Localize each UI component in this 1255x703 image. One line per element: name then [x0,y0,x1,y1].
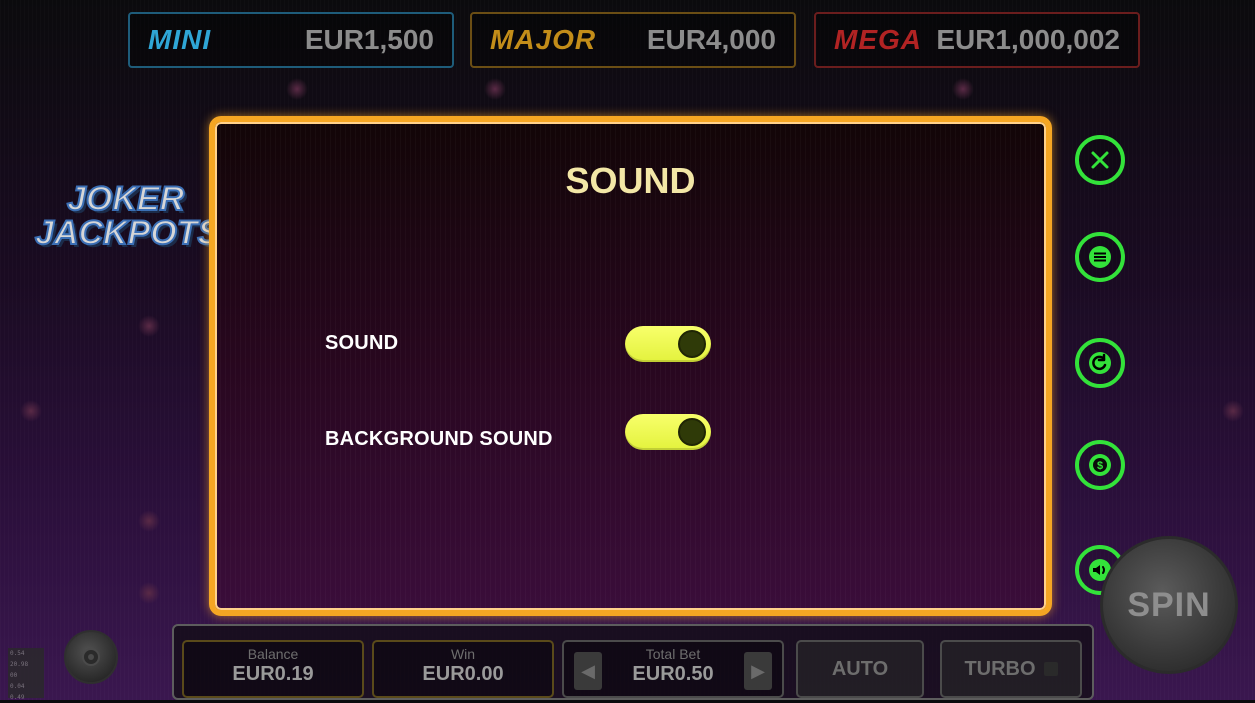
balance-label: Balance [247,646,299,662]
jackpot-amount: EUR4,000 [646,24,776,55]
background-dot [1222,400,1244,422]
background-sound-toggle[interactable] [625,414,711,450]
setting-label-sound: SOUND [325,332,399,354]
debug-line: 0.04 [10,683,25,690]
spin-button[interactable]: SPIN [1100,536,1238,674]
setting-label-background-sound: BACKGROUND SOUND [325,428,553,450]
jackpot-amount: EUR1,000,002 [936,24,1120,55]
jackpot-name: MEGA [834,24,922,55]
svg-text:$: $ [1097,460,1103,472]
background-dot [484,78,506,100]
turbo-indicator [1043,662,1058,676]
chevron-right-icon: ▶ [751,660,765,681]
toggle-knob [678,418,706,446]
modal-title: SOUND [565,160,696,201]
menu-icon [1089,246,1111,268]
coin-icon: $ [1089,454,1111,476]
turbo-label: TURBO [964,657,1036,680]
close-button[interactable] [1075,135,1125,185]
jackpot-name: MINI [148,24,212,55]
auto-button[interactable]: AUTO [796,640,924,698]
debug-line: 0.54 [10,650,25,657]
background-dot [286,78,308,100]
balance-value: EUR0.19 [232,663,314,685]
logo-line-2: JACKPOTS [34,213,221,253]
background-dot [138,315,160,337]
win-value: EUR0.00 [422,663,504,685]
debug-line: 20.98 [10,661,29,668]
background-dot [952,78,974,100]
bet-button[interactable]: $ [1075,440,1125,490]
win-display: Win EUR0.00 [372,640,554,698]
history-button[interactable] [1075,338,1125,388]
background-dot [138,510,160,532]
sound-settings-modal: SOUND SOUND BACKGROUND SOUND [209,116,1052,616]
jackpot-mini: MINI EUR1,500 [128,12,454,68]
total-bet-display: ◀ Total Bet EUR0.50 ▶ [562,640,784,698]
debug-info-panel: 0.54 20.98 00 0.04 0.49 [8,648,44,701]
increase-bet-button[interactable]: ▶ [744,652,772,690]
background-dot [138,582,160,604]
jackpot-amount: EUR1,500 [304,24,434,55]
coin-stack-icon [82,648,100,666]
background-dot [20,400,42,422]
toggle-knob [678,330,706,358]
chevron-left-icon: ◀ [581,660,595,681]
turbo-button[interactable]: TURBO [940,640,1082,698]
balance-display: Balance EUR0.19 [182,640,364,698]
history-icon [1089,352,1111,374]
win-label: Win [450,646,476,662]
bottom-control-bar: Balance EUR0.19 Win EUR0.00 ◀ Total Bet … [172,624,1094,700]
jackpot-name: MAJOR [490,24,597,55]
menu-button[interactable] [1075,232,1125,282]
spin-label: SPIN [1127,585,1211,624]
jackpot-bar: MINI EUR1,500 MAJOR EUR4,000 MEGA EUR1,0… [128,12,1255,72]
game-logo: JOKER JACKPOTS [34,178,225,258]
debug-line: 00 [10,672,18,679]
debug-line: 0.49 [10,694,25,701]
decrease-bet-button[interactable]: ◀ [574,652,602,690]
sound-toggle[interactable] [625,326,711,362]
close-icon [1091,151,1109,169]
coin-button[interactable] [64,630,118,684]
jackpot-major: MAJOR EUR4,000 [470,12,796,68]
auto-label: AUTO [831,657,889,680]
jackpot-mega: MEGA EUR1,000,002 [814,12,1140,68]
